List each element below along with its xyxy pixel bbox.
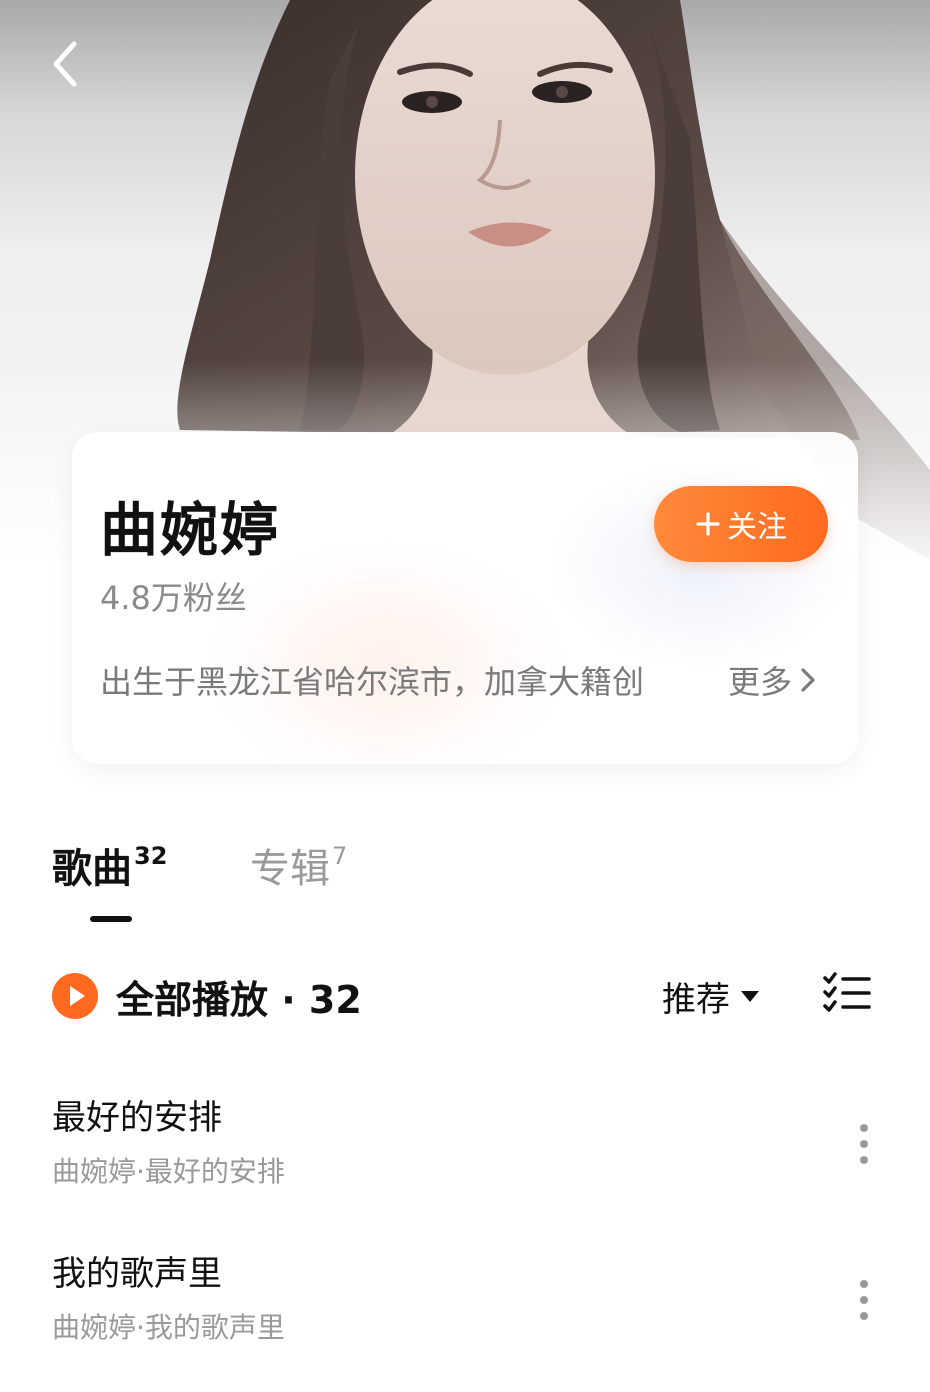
artist-name: 曲婉婷: [100, 496, 281, 564]
bio-more-button[interactable]: 更多: [728, 657, 818, 703]
play-all-label: 全部播放 · 32: [116, 977, 362, 1022]
chevron-right-icon: [801, 668, 815, 692]
play-all-button[interactable]: 全部播放 · 32: [52, 966, 362, 1026]
tab-songs-count: 32: [134, 842, 168, 870]
artist-info-card: 曲婉婷 4.8万粉丝 关注 出生于黑龙江省哈尔滨市，加拿大籍创 更多: [72, 432, 858, 764]
song-list-item[interactable]: 我的歌声里 曲婉婷·我的歌声里: [0, 1252, 930, 1392]
song-more-button[interactable]: [846, 1116, 882, 1172]
bio-row: 出生于黑龙江省哈尔滨市，加拿大籍创 更多: [100, 656, 830, 704]
more-label: 更多: [728, 663, 793, 701]
back-button[interactable]: [36, 36, 92, 92]
song-list-item[interactable]: 最好的安排 曲婉婷·最好的安排: [0, 1096, 930, 1236]
caret-down-icon: [741, 991, 759, 1002]
fans-count: 4.8万粉丝: [100, 579, 247, 617]
song-subtitle: 曲婉婷·最好的安排: [52, 1155, 285, 1188]
tab-albums-count: 7: [332, 842, 348, 870]
multiselect-button[interactable]: [818, 968, 874, 1020]
song-subtitle: 曲婉婷·我的歌声里: [52, 1311, 285, 1344]
song-title: 我的歌声里: [52, 1254, 222, 1294]
plus-icon: [695, 511, 721, 537]
vertical-dots-icon: [860, 1124, 868, 1164]
song-more-button[interactable]: [846, 1272, 882, 1328]
tab-albums-label: 专辑: [250, 846, 330, 892]
follow-button[interactable]: 关注: [654, 486, 828, 562]
tab-songs[interactable]: 歌曲 32: [52, 842, 167, 902]
song-title: 最好的安排: [52, 1098, 222, 1138]
sort-dropdown[interactable]: 推荐: [662, 970, 760, 1022]
tab-albums[interactable]: 专辑 7: [250, 842, 347, 902]
artist-bio: 出生于黑龙江省哈尔滨市，加拿大籍创: [100, 663, 645, 701]
vertical-dots-icon: [860, 1280, 868, 1320]
play-circle-icon: [52, 973, 98, 1019]
checklist-icon: [823, 972, 871, 1012]
tab-songs-label: 歌曲: [52, 846, 132, 892]
chevron-left-icon: [53, 41, 77, 87]
sort-label: 推荐: [662, 979, 730, 1020]
active-tab-indicator: [90, 916, 132, 922]
follow-label: 关注: [727, 510, 787, 545]
